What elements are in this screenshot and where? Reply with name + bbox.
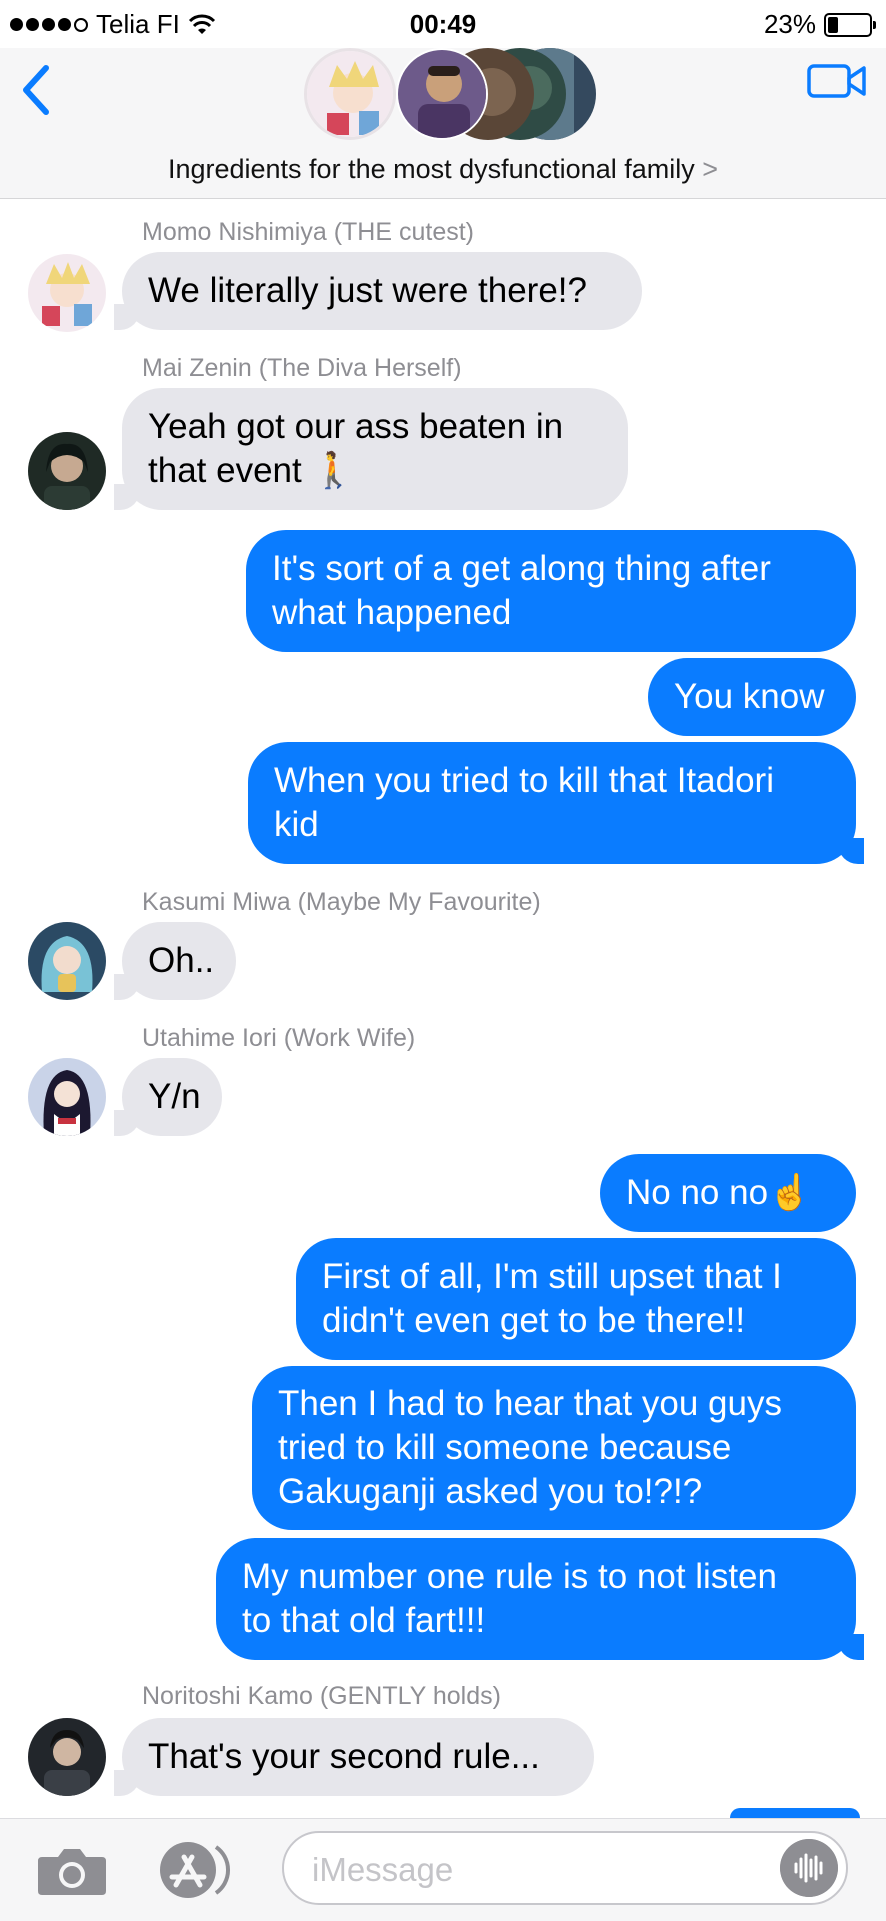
message-text: When you tried to kill that Itadori kid [274,761,774,844]
group-avatar-momo [304,48,396,140]
avatar-kasumi[interactable] [28,922,106,1000]
message-text: That's your second rule... [148,1737,540,1776]
battery-icon [824,12,876,37]
message-bubble-outgoing[interactable]: When you tried to kill that Itadori kid [248,742,864,864]
message-text: We literally just were there!? [148,271,587,310]
message-text: You know [674,677,825,716]
status-time: 00:49 [409,9,477,39]
message-bubble-incoming[interactable]: That's your second rule... [114,1718,594,1796]
message-text: It's sort of a get along thing after wha… [272,549,771,632]
back-chevron-icon[interactable] [16,60,56,120]
status-bar: Telia FI 00:49 23% [0,0,886,48]
app-store-icon[interactable] [154,1839,236,1901]
message-bubble-incoming[interactable]: Y/n [114,1058,222,1136]
group-avatars[interactable] [304,48,596,148]
message-bubble-incoming[interactable]: Oh.. [114,922,236,1000]
sender-name: Mai Zenin (The Diva Herself) [142,354,462,382]
message-text: Y/n [148,1077,201,1116]
sender-name: Utahime Iori (Work Wife) [142,1024,416,1052]
sender-name: Kasumi Miwa (Maybe My Favourite) [142,888,541,916]
message-bubble-outgoing[interactable]: No no no☝️ [600,1154,856,1232]
group-avatar-todo [396,48,488,140]
battery-percent: 23% [763,9,816,39]
battery-group: 23% [763,9,876,40]
message-text: Oh.. [148,941,215,980]
message-text: Then I had to hear that you guys tried t… [278,1384,782,1511]
conversation-header: Ingredients for the most dysfunctional f… [0,48,886,199]
message-text: Yeah got our ass beaten in that event 🚶 [148,407,564,490]
message-input-placeholder: iMessage [312,1851,454,1888]
message-bubble-outgoing[interactable]: You know [648,658,856,736]
message-bubble-incoming[interactable]: We literally just were there!? [114,252,642,330]
camera-icon[interactable] [36,1843,108,1897]
message-thread[interactable]: Momo Nishimiya (THE cutest) We literally… [0,198,886,1818]
sender-name: Momo Nishimiya (THE cutest) [142,218,474,246]
group-name: Ingredients for the most dysfunctional f… [167,154,695,184]
sender-name: Noritoshi Kamo (GENTLY holds) [142,1682,501,1710]
audio-waveform-icon[interactable] [780,1839,838,1897]
avatar-mai[interactable] [28,432,106,510]
message-input[interactable]: iMessage [282,1831,848,1905]
message-text: My number one rule is to not listen to t… [242,1557,777,1640]
message-text: First of all, I'm still upset that I did… [322,1257,782,1340]
message-bubble-outgoing[interactable]: First of all, I'm still upset that I did… [296,1238,856,1360]
group-name-row[interactable]: Ingredients for the most dysfunctional f… [0,154,886,185]
avatar-noritoshi[interactable] [28,1718,106,1796]
message-text: No no no☝️ [626,1173,812,1212]
message-bubble-outgoing[interactable]: Then I had to hear that you guys tried t… [252,1366,856,1530]
avatar-utahime[interactable] [28,1058,106,1136]
input-bar: iMessage [0,1818,886,1921]
message-bubble-outgoing[interactable]: It's sort of a get along thing after wha… [246,530,856,652]
message-bubble-incoming[interactable]: Yeah got our ass beaten in that event 🚶 [114,388,628,510]
video-camera-icon[interactable] [806,58,868,102]
chevron-right-icon: > [702,154,719,184]
avatar-momo[interactable] [28,254,106,332]
message-bubble-outgoing[interactable]: My number one rule is to not listen to t… [216,1538,864,1660]
